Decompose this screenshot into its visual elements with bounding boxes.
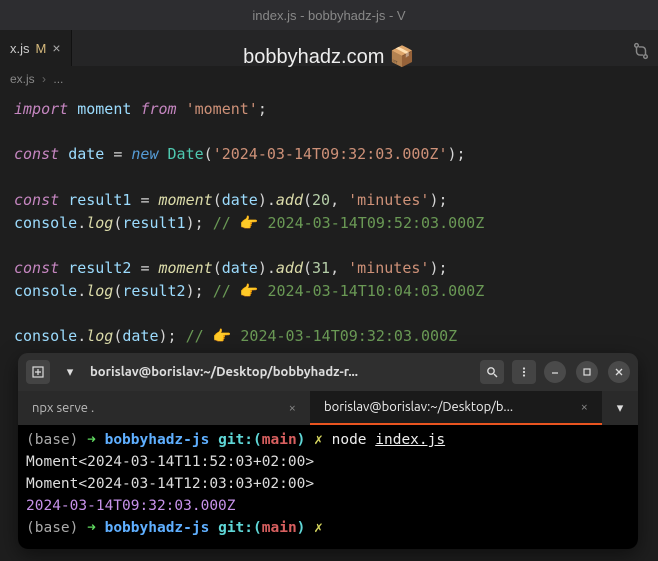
terminal-tab-label: borislav@borislav:~/Desktop/b... bbox=[324, 400, 573, 414]
terminal-tab-2[interactable]: borislav@borislav:~/Desktop/b... × bbox=[310, 391, 602, 425]
maximize-button[interactable] bbox=[576, 361, 598, 383]
breadcrumb[interactable]: ex.js › ... bbox=[0, 66, 658, 92]
chevron-down-icon[interactable]: ▾ bbox=[602, 391, 638, 425]
terminal-tab-label: npx serve . bbox=[32, 401, 281, 415]
terminal-output[interactable]: (base) ➜ bobbyhadz-js git:(main) ✗ node … bbox=[18, 425, 638, 549]
terminal-titlebar: ▾ borislav@borislav:~/Desktop/bobbyhadz-… bbox=[18, 353, 638, 391]
breadcrumb-file: ex.js bbox=[10, 72, 35, 86]
code-editor[interactable]: import moment from 'moment'; const date … bbox=[0, 92, 658, 354]
close-button[interactable] bbox=[608, 361, 630, 383]
close-icon[interactable]: × bbox=[289, 401, 296, 415]
terminal-title: borislav@borislav:~/Desktop/bobbyhadz-r.… bbox=[90, 365, 472, 379]
minimize-button[interactable] bbox=[544, 361, 566, 383]
terminal-line: 2024-03-14T09:32:03.000Z bbox=[26, 495, 630, 517]
search-icon[interactable] bbox=[480, 360, 504, 384]
terminal-line: Moment<2024-03-14T11:52:03+02:00> bbox=[26, 451, 630, 473]
git-compare-icon[interactable] bbox=[632, 42, 650, 64]
breadcrumb-rest: ... bbox=[53, 72, 63, 86]
terminal-tab-1[interactable]: npx serve . × bbox=[18, 391, 310, 425]
terminal-line: Moment<2024-03-14T12:03:03+02:00> bbox=[26, 473, 630, 495]
terminal-window: ▾ borislav@borislav:~/Desktop/bobbyhadz-… bbox=[18, 353, 638, 549]
window-titlebar: index.js - bobbyhadz-js - V bbox=[0, 0, 658, 30]
chevron-right-icon: › bbox=[42, 72, 46, 86]
close-icon[interactable]: × bbox=[581, 400, 588, 414]
new-tab-icon[interactable] bbox=[26, 360, 50, 384]
menu-icon[interactable] bbox=[512, 360, 536, 384]
dropdown-icon[interactable]: ▾ bbox=[58, 360, 82, 384]
window-title: index.js - bobbyhadz-js - V bbox=[252, 8, 405, 23]
watermark: bobbyhadz.com 📦 bbox=[0, 44, 658, 69]
terminal-tabs: npx serve . × borislav@borislav:~/Deskto… bbox=[18, 391, 638, 425]
